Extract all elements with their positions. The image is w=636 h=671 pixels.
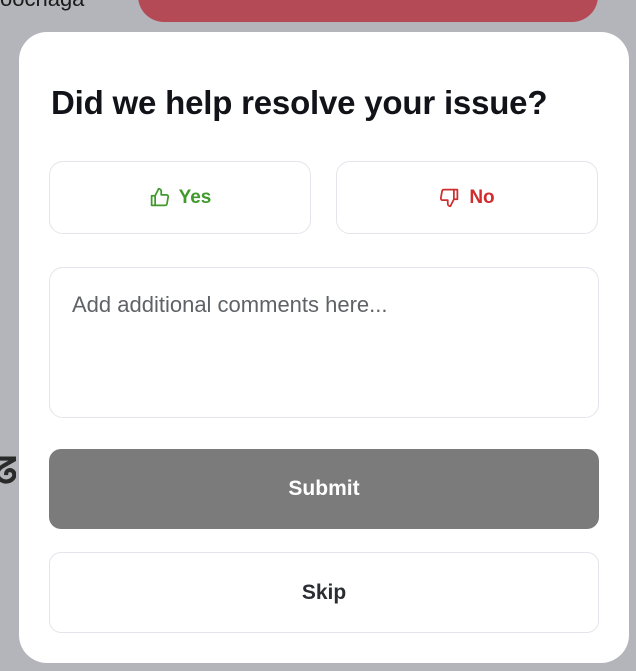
no-button[interactable]: No	[336, 161, 598, 234]
submit-button[interactable]: Submit	[49, 449, 599, 529]
thumbs-down-icon	[439, 187, 460, 208]
yes-button[interactable]: Yes	[49, 161, 311, 234]
yes-label: Yes	[178, 186, 212, 208]
thumbs-up-icon	[149, 187, 170, 208]
feedback-modal: Did we help resolve your issue? Yes No S…	[19, 32, 629, 663]
modal-title: Did we help resolve your issue?	[51, 84, 548, 121]
backdrop-glyph: ᘔ	[0, 455, 16, 491]
submit-label: Submit	[288, 477, 360, 500]
comments-input[interactable]	[49, 267, 599, 418]
backdrop-text: oochaga	[0, 0, 84, 12]
no-label: No	[469, 186, 495, 208]
skip-label: Skip	[301, 580, 347, 604]
backdrop-button	[138, 0, 598, 22]
skip-button[interactable]: Skip	[49, 552, 599, 633]
